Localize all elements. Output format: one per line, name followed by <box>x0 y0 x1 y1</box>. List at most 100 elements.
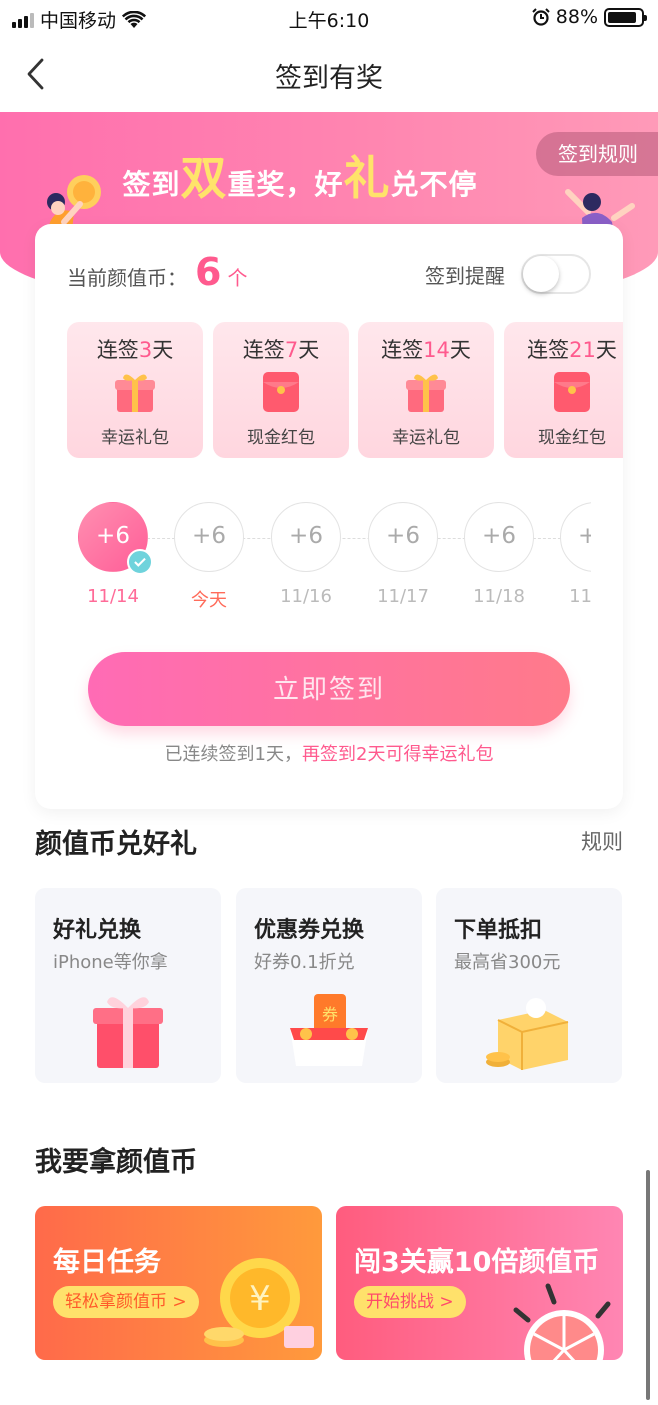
page-title: 签到有奖 <box>275 63 383 94</box>
day-points-circle: +6 <box>560 502 591 572</box>
treasure-box-icon <box>486 998 569 1070</box>
day-points-circle: +6 <box>78 502 153 575</box>
exchange-rules-link[interactable]: 规则 <box>581 826 623 856</box>
checkin-day: +6 11/16 <box>270 502 342 607</box>
streak-text: 已连续签到1天， <box>164 744 302 765</box>
exchange-card-title: 下单抵扣 <box>454 918 543 943</box>
daily-task-button[interactable]: 轻松拿颜值币 > <box>53 1286 199 1318</box>
checkin-day-track: +6 11/14 +6 今天 +6 11/16 +6 11/17 +6 11/1… <box>77 502 591 612</box>
day-label: 11/18 <box>473 586 525 607</box>
challenge-task-card[interactable]: 闯3关赢10倍颜值币 开始挑战 > <box>336 1206 623 1360</box>
banner-title-part: 签到 <box>122 168 181 201</box>
streak-rewards: 连签3天 幸运礼包 连签7天 现金红包 连签14天 幸运礼包 连签21天 现金红… <box>67 322 623 458</box>
toggle-knob <box>523 256 559 292</box>
day-label: 11/17 <box>377 586 429 607</box>
streak-reward-days: 21 <box>569 338 596 362</box>
streak-reward-days: 3 <box>138 338 153 362</box>
exchange-card-title: 好礼兑换 <box>53 918 142 943</box>
task-title: 闯3关赢10倍颜值币 <box>354 1247 600 1278</box>
battery-level <box>608 11 637 23</box>
day-points: +6 <box>192 523 226 549</box>
day-points-circle: +6 <box>464 502 534 572</box>
checkin-day: +6 11/14 <box>77 502 153 607</box>
day-points: +6 <box>96 523 130 549</box>
streak-reward-suffix: 天 <box>152 338 174 362</box>
exchange-card-gift[interactable]: 好礼兑换 iPhone等你拿 <box>35 888 221 1083</box>
streak-reward-suffix: 天 <box>449 338 471 362</box>
banner-title-part: 重奖，好 <box>227 168 344 201</box>
checkin-day: +6 11/17 <box>367 502 439 607</box>
day-points-circle: +6 <box>174 502 244 572</box>
status-right: 88% <box>532 6 647 28</box>
streak-reward-label: 现金红包 <box>247 428 315 448</box>
streak-reward-prefix: 连签 <box>96 338 139 362</box>
streak-reward-days: 7 <box>284 338 299 362</box>
red-envelope-icon <box>554 372 590 412</box>
daily-task-card[interactable]: 每日任务 轻松拿颜值币 > ¥ <box>35 1206 322 1360</box>
exchange-card-subtitle: 最高省300元 <box>454 952 561 973</box>
exchange-card-subtitle: iPhone等你拿 <box>53 952 168 973</box>
checkin-card: 当前颜值币： 6 个 签到提醒 连签3天 幸运礼包 连签7天 现金红包 连签14… <box>35 224 623 809</box>
coupon-icon: 券 <box>290 994 368 1066</box>
sign-in-button[interactable]: 立即签到 <box>88 652 570 726</box>
exchange-section-title: 颜值币兑好礼 <box>35 829 197 860</box>
yuan-coin-icon: ¥ <box>204 1258 314 1348</box>
streak-reward-suffix: 天 <box>298 338 320 362</box>
streak-reward-title: 连签21天 <box>504 334 623 364</box>
streak-reward-item[interactable]: 连签3天 幸运礼包 <box>67 322 203 458</box>
exchange-card-coupon[interactable]: 优惠券兑换 好券0.1折兑 券 <box>236 888 422 1083</box>
streak-reward-prefix: 连签 <box>381 338 424 362</box>
grapefruit-icon <box>513 1283 611 1360</box>
checkmark-icon <box>127 549 153 575</box>
alarm-icon <box>532 8 550 26</box>
day-points-circle: +6 <box>368 502 438 572</box>
status-bar: 中国移动 上午6:10 88% <box>0 0 658 36</box>
streak-reward-item[interactable]: 连签21天 现金红包 <box>504 322 623 458</box>
exchange-card-subtitle: 好券0.1折兑 <box>254 952 355 973</box>
day-points: +6 <box>482 523 516 549</box>
checkin-day: +6 11/18 <box>463 502 535 607</box>
streak-reward-label: 幸运礼包 <box>101 428 169 448</box>
streak-reward-title: 连签14天 <box>358 334 494 364</box>
streak-reward-label: 幸运礼包 <box>392 428 460 448</box>
day-label: 11/14 <box>87 586 139 607</box>
svg-text:券: 券 <box>322 1005 338 1024</box>
streak-hint: 已连续签到1天，再签到2天可得幸运礼包 <box>35 740 623 766</box>
streak-reward-title: 连签7天 <box>213 334 349 364</box>
coin-balance: 当前颜值币： 6 个 <box>67 250 247 294</box>
exchange-card-title: 优惠券兑换 <box>254 918 365 943</box>
streak-reward-item[interactable]: 连签7天 现金红包 <box>213 322 349 458</box>
banner-title-highlight: 双 <box>180 151 228 205</box>
banner-title-highlight: 礼 <box>343 151 391 205</box>
checkin-reminder-label: 签到提醒 <box>425 263 505 288</box>
checkin-reminder-toggle[interactable] <box>521 254 591 294</box>
day-points: +6 <box>289 523 323 549</box>
banner-title-part: 兑不停 <box>390 168 478 201</box>
day-points: +6 <box>578 523 591 549</box>
checkin-day: +6 11/19 <box>559 502 591 607</box>
checkin-reminder: 签到提醒 <box>425 254 591 294</box>
streak-reward-days: 14 <box>423 338 450 362</box>
scrollbar[interactable] <box>646 1170 650 1400</box>
streak-reward-item[interactable]: 连签14天 幸运礼包 <box>358 322 494 458</box>
streak-reward-prefix: 连签 <box>242 338 285 362</box>
checkin-day: +6 今天 <box>173 502 245 612</box>
task-title: 每日任务 <box>53 1247 161 1278</box>
streak-highlight: 再签到2天可得幸运礼包 <box>302 744 494 765</box>
day-points-circle: +6 <box>271 502 341 572</box>
exchange-card-deduction[interactable]: 下单抵扣 最高省300元 <box>436 888 622 1083</box>
streak-reward-label: 现金红包 <box>538 428 606 448</box>
battery-percent: 88% <box>555 6 598 28</box>
gift-icon <box>406 374 446 412</box>
red-envelope-icon <box>263 372 299 412</box>
battery-icon <box>604 7 647 27</box>
streak-reward-prefix: 连签 <box>527 338 570 362</box>
svg-text:¥: ¥ <box>249 1279 271 1319</box>
challenge-task-button[interactable]: 开始挑战 > <box>354 1286 466 1318</box>
day-label: 11/16 <box>280 586 332 607</box>
day-label: 11/19 <box>569 586 591 607</box>
day-points: +6 <box>386 523 420 549</box>
nav-bar: 签到有奖 <box>0 36 658 112</box>
streak-reward-suffix: 天 <box>595 338 617 362</box>
gift-icon <box>115 374 155 412</box>
